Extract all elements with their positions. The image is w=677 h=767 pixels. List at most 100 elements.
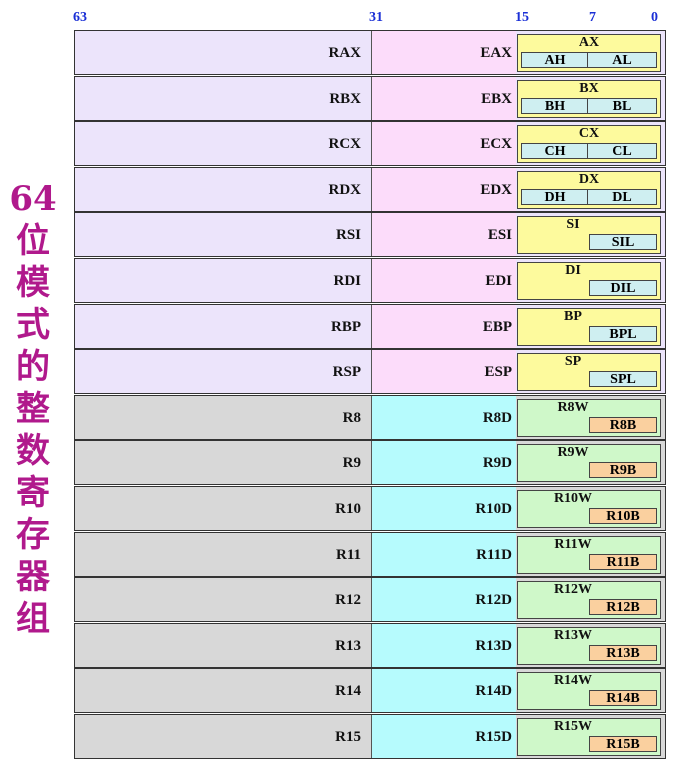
register-32-segment: ECX — [371, 122, 516, 166]
title-char: 64 — [9, 179, 57, 219]
register-8-low: R13B — [589, 644, 657, 661]
title-char: 器 — [16, 557, 50, 597]
title-char: 的 — [16, 347, 50, 387]
register-64-label: RSP — [332, 364, 361, 381]
title-char: 存 — [16, 515, 50, 555]
register-16-label: CX — [578, 126, 600, 142]
register-row: RBP EBP BP BPL — [74, 303, 666, 349]
register-8-low: SIL — [589, 234, 657, 251]
register-16-segment: BP BPL — [517, 307, 661, 346]
register-row: R11 R11D R11W R11B — [74, 531, 666, 577]
register-row: RDI EDI DI DIL — [74, 258, 666, 303]
register-64-label: RBX — [329, 90, 361, 107]
title-char: 位 — [16, 221, 50, 261]
register-8-low: R14B — [589, 690, 657, 707]
register-16-label: DX — [578, 171, 600, 187]
register-diagram: RAX EAX AX AH AL RBX EBX BX BH BL RCX ECX CX CH CL RDX E… — [74, 30, 666, 760]
register-16-segment: DI DIL — [517, 262, 661, 300]
register-row: R12 R12D R12W R12B — [74, 577, 666, 623]
title-char: 数 — [16, 431, 50, 471]
register-64-label: R14 — [335, 683, 361, 700]
register-8-high: AH — [521, 52, 589, 68]
bit-label-7: 7 — [589, 10, 596, 25]
register-16-segment: R13W R13B — [517, 626, 661, 665]
register-16-segment: SP SPL — [517, 353, 661, 392]
register-16-segment: R14W R14B — [517, 672, 661, 711]
register-16-segment: R9W R9B — [517, 444, 661, 483]
register-16-label: R12W — [553, 582, 593, 598]
register-16-label: R8W — [557, 399, 589, 415]
register-64-label: R8 — [342, 409, 361, 426]
register-8-low: BL — [587, 97, 657, 114]
register-row: R13 R13D R13W R13B — [74, 622, 666, 668]
register-8-high: CH — [521, 143, 589, 160]
register-row: RBX EBX BX BH BL — [74, 75, 666, 121]
register-16-segment: R15W R15B — [517, 718, 661, 756]
diagram-title: 64 位 模 式 的 整 数 寄 存 器 组 — [2, 178, 64, 640]
register-16-segment: BX BH BL — [517, 79, 661, 118]
register-16-label: R15W — [553, 719, 593, 734]
register-64-label: R10 — [335, 501, 361, 517]
register-16-label: R9W — [557, 445, 589, 461]
register-16-segment: SI SIL — [517, 216, 661, 255]
register-32-label: ECX — [480, 136, 512, 153]
register-64-label: RCX — [328, 136, 362, 153]
register-8-low: R12B — [589, 599, 657, 616]
register-row: R9 R9D R9W R9B — [74, 440, 666, 486]
bit-label-63: 63 — [73, 10, 87, 25]
register-8-low: R11B — [589, 553, 657, 570]
register-row: RAX EAX AX AH AL — [74, 30, 666, 75]
register-64-label: R9 — [342, 455, 361, 472]
register-row: RSI ESI SI SIL — [74, 212, 666, 258]
register-row: RDX EDX DX DH DL — [74, 166, 666, 212]
bit-label-15: 15 — [515, 10, 529, 25]
bit-label-31: 31 — [369, 10, 383, 25]
register-64-label: RSI — [335, 227, 361, 244]
register-16-segment: R8W R8B — [517, 398, 661, 437]
register-8-low: CL — [587, 143, 657, 160]
register-8-low: R15B — [589, 736, 657, 752]
register-16-label: R10W — [553, 491, 593, 506]
register-64-label: R11 — [335, 546, 361, 563]
register-16-segment: DX DH DL — [517, 170, 661, 209]
register-row: RSP ESP SP SPL — [74, 349, 666, 395]
register-16-label: BP — [564, 308, 582, 324]
register-row: R15 R15D R15W R15B — [74, 714, 666, 759]
register-row: RCX ECX CX CH CL — [74, 121, 666, 167]
register-8-low: SPL — [589, 371, 657, 388]
register-64-label: R12 — [335, 592, 361, 609]
register-8-low: R9B — [589, 462, 657, 479]
register-8-low: DIL — [589, 280, 657, 296]
register-8-high: BH — [521, 97, 589, 114]
title-char: 寄 — [16, 473, 50, 513]
register-64-label: RAX — [328, 45, 362, 61]
register-64-label: R13 — [335, 637, 361, 654]
register-16-label: SI — [566, 217, 580, 233]
title-char: 模 — [16, 263, 50, 303]
register-8-high: DH — [521, 188, 589, 205]
register-16-label: SP — [564, 354, 582, 370]
register-64-label: RBP — [331, 318, 361, 335]
register-16-label: R11W — [554, 536, 592, 552]
register-8-low: R10B — [589, 508, 657, 524]
register-32-label: EAX — [480, 45, 512, 61]
register-16-segment: R10W R10B — [517, 490, 661, 528]
title-char: 组 — [16, 599, 50, 639]
register-64-label: RDI — [333, 273, 361, 289]
register-16-label: AX — [578, 35, 600, 50]
bit-label-0: 0 — [651, 10, 658, 25]
register-16-label: R14W — [553, 673, 593, 689]
register-16-segment: AX AH AL — [517, 34, 661, 72]
register-8-low: BPL — [589, 325, 657, 342]
register-8-low: DL — [587, 188, 657, 205]
register-32-label: EDX — [480, 181, 512, 198]
title-char: 式 — [16, 305, 50, 345]
register-row: R10 R10D R10W R10B — [74, 486, 666, 531]
register-16-label: BX — [579, 80, 599, 96]
register-64-label: R15 — [335, 729, 361, 745]
register-64-label: RDX — [328, 181, 362, 198]
register-16-label: DI — [565, 263, 581, 278]
register-16-segment: CX CH CL — [517, 125, 661, 164]
register-32-segment: EAX — [371, 31, 516, 74]
register-32-segment: EDX — [371, 167, 516, 211]
